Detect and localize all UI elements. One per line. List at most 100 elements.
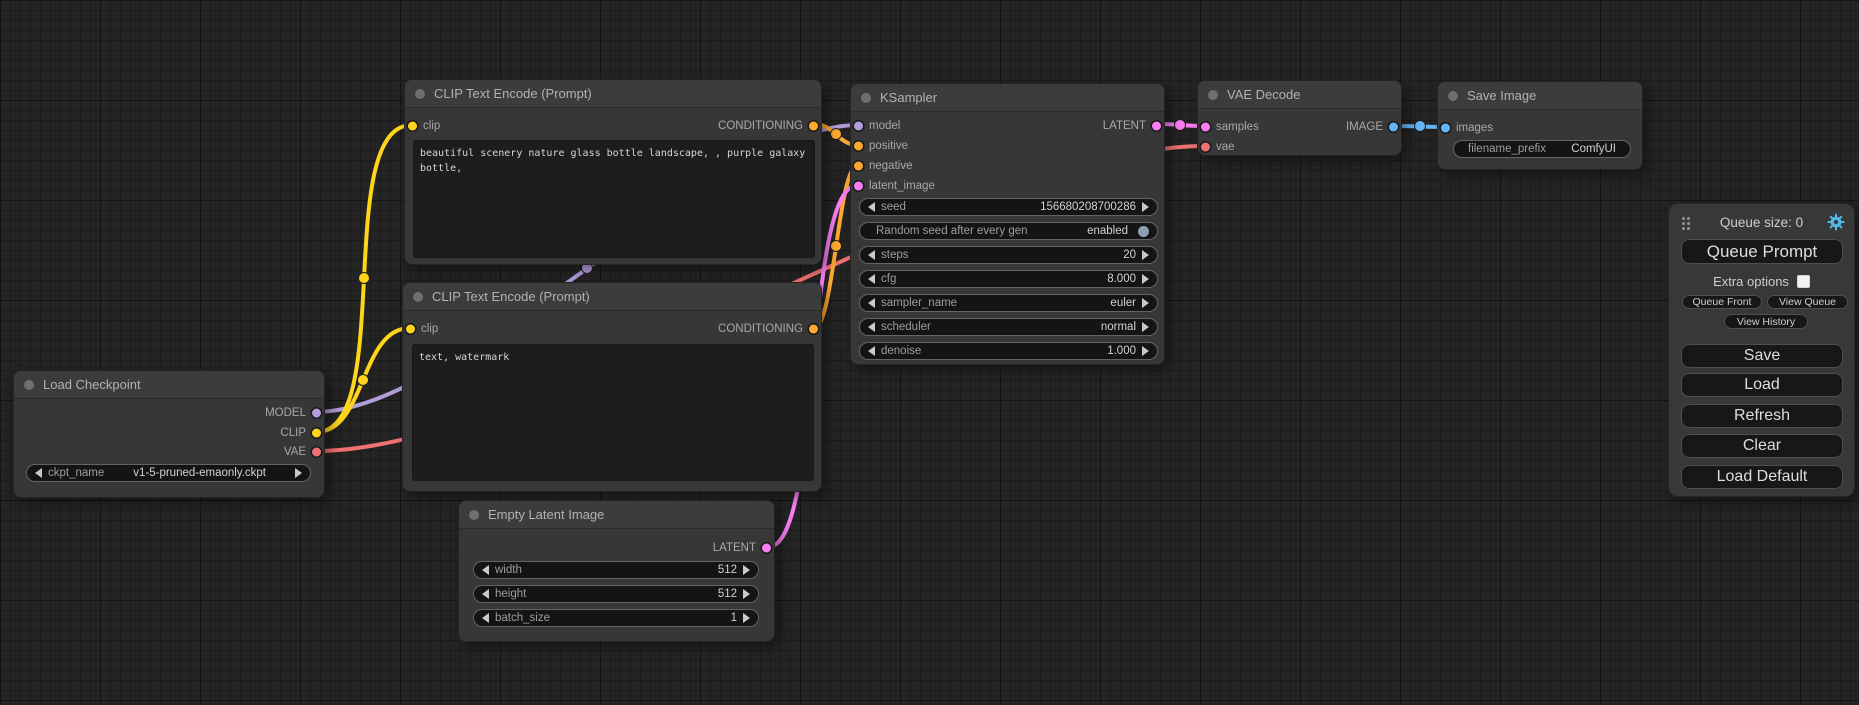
input-slot-clip[interactable] — [406, 325, 415, 334]
widget-increment-icon[interactable] — [743, 589, 750, 599]
input-slot-samples[interactable] — [1201, 123, 1210, 132]
filename-prefix-widget[interactable]: filename_prefix ComfyUI — [1453, 140, 1631, 158]
output-slot-vae[interactable] — [312, 448, 321, 457]
widget-increment-icon[interactable] — [1142, 298, 1149, 308]
save-button[interactable]: Save — [1681, 344, 1843, 368]
scheduler-widget[interactable]: scheduler normal — [859, 318, 1158, 336]
widget-name: height — [495, 588, 526, 600]
widget-decrement-icon[interactable] — [868, 202, 875, 212]
wire-midpoint-dot — [831, 129, 842, 140]
view-queue-button[interactable]: View Queue — [1767, 295, 1848, 309]
clear-button[interactable]: Clear — [1681, 434, 1843, 458]
widget-decrement-icon[interactable] — [482, 613, 489, 623]
toggle-icon[interactable] — [1138, 226, 1149, 237]
widget-name: filename_prefix — [1468, 143, 1546, 155]
extra-options-label: Extra options — [1713, 274, 1789, 289]
output-label-latent: LATENT — [713, 542, 756, 554]
collapse-dot-icon[interactable] — [24, 380, 34, 390]
widget-increment-icon[interactable] — [295, 468, 302, 478]
queue-front-button[interactable]: Queue Front — [1682, 295, 1762, 309]
collapse-dot-icon[interactable] — [1208, 90, 1218, 100]
input-slot-model[interactable] — [854, 122, 863, 131]
gear-icon[interactable] — [1827, 213, 1845, 231]
collapse-dot-icon[interactable] — [413, 292, 423, 302]
widget-name: cfg — [881, 273, 896, 285]
output-slot-image[interactable] — [1389, 123, 1398, 132]
prompt-textarea[interactable]: text, watermark — [412, 344, 814, 481]
node-save-image[interactable]: Save Image images filename_prefix ComfyU… — [1437, 81, 1643, 170]
input-slot-negative[interactable] — [854, 162, 863, 171]
widget-decrement-icon[interactable] — [482, 589, 489, 599]
widget-decrement-icon[interactable] — [868, 250, 875, 260]
collapse-dot-icon[interactable] — [861, 93, 871, 103]
widget-increment-icon[interactable] — [1142, 346, 1149, 356]
widget-increment-icon[interactable] — [743, 613, 750, 623]
output-label-vae: VAE — [284, 446, 306, 458]
width-widget[interactable]: width 512 — [473, 561, 759, 579]
batch-size-widget[interactable]: batch_size 1 — [473, 609, 759, 627]
seed-widget[interactable]: seed 156680208700286 — [859, 198, 1158, 216]
widget-increment-icon[interactable] — [1142, 322, 1149, 332]
widget-name: width — [495, 564, 522, 576]
input-slot-latent-image[interactable] — [854, 182, 863, 191]
input-label-images: images — [1456, 122, 1493, 134]
node-clip-text-encode-negative[interactable]: CLIP Text Encode (Prompt) clip CONDITION… — [402, 282, 822, 492]
collapse-dot-icon[interactable] — [469, 510, 479, 520]
view-history-button[interactable]: View History — [1724, 314, 1808, 329]
widget-value: 512 — [718, 588, 737, 600]
queue-prompt-button[interactable]: Queue Prompt — [1681, 239, 1843, 264]
node-ksampler[interactable]: KSampler model LATENT positive negative … — [850, 83, 1165, 365]
widget-increment-icon[interactable] — [1142, 202, 1149, 212]
output-slot-model[interactable] — [312, 409, 321, 418]
widget-value: ComfyUI — [1571, 143, 1616, 155]
input-label-model: model — [869, 120, 900, 132]
ckpt-name-widget[interactable]: ckpt_name v1-5-pruned-emaonly.ckpt — [26, 464, 311, 482]
node-title: VAE Decode — [1227, 87, 1300, 102]
load-button[interactable]: Load — [1681, 373, 1843, 397]
widget-name: steps — [881, 249, 909, 261]
output-slot-clip[interactable] — [312, 429, 321, 438]
widget-value: 8.000 — [1107, 273, 1136, 285]
input-slot-positive[interactable] — [854, 142, 863, 151]
output-slot-conditioning[interactable] — [809, 325, 818, 334]
collapse-dot-icon[interactable] — [415, 89, 425, 99]
widget-value: 156680208700286 — [1040, 201, 1136, 213]
node-empty-latent-image[interactable]: Empty Latent Image LATENT width 512 heig… — [458, 500, 775, 642]
input-slot-clip[interactable] — [408, 122, 417, 131]
refresh-button[interactable]: Refresh — [1681, 404, 1843, 428]
collapse-dot-icon[interactable] — [1448, 91, 1458, 101]
widget-decrement-icon[interactable] — [868, 298, 875, 308]
output-label-clip: CLIP — [280, 427, 306, 439]
widget-decrement-icon[interactable] — [868, 274, 875, 284]
random-seed-widget[interactable]: Random seed after every gen enabled — [859, 222, 1158, 240]
node-graph-canvas[interactable]: Load Checkpoint MODEL CLIP VAE ckpt_name… — [0, 0, 1859, 705]
wire-midpoint-dot — [359, 273, 370, 284]
steps-widget[interactable]: steps 20 — [859, 246, 1158, 264]
node-vae-decode[interactable]: VAE Decode samples IMAGE vae — [1197, 80, 1402, 156]
widget-decrement-icon[interactable] — [35, 468, 42, 478]
node-load-checkpoint[interactable]: Load Checkpoint MODEL CLIP VAE ckpt_name… — [13, 370, 325, 498]
cfg-widget[interactable]: cfg 8.000 — [859, 270, 1158, 288]
widget-decrement-icon[interactable] — [482, 565, 489, 575]
prompt-textarea[interactable]: beautiful scenery nature glass bottle la… — [413, 140, 815, 258]
widget-increment-icon[interactable] — [1142, 274, 1149, 284]
widget-decrement-icon[interactable] — [868, 346, 875, 356]
node-title: Empty Latent Image — [488, 507, 604, 522]
output-slot-latent[interactable] — [762, 544, 771, 553]
widget-name: seed — [881, 201, 906, 213]
output-slot-latent[interactable] — [1152, 122, 1161, 131]
widget-increment-icon[interactable] — [1142, 250, 1149, 260]
input-slot-images[interactable] — [1441, 124, 1450, 133]
widget-increment-icon[interactable] — [743, 565, 750, 575]
widget-decrement-icon[interactable] — [868, 322, 875, 332]
extra-options-checkbox[interactable] — [1797, 275, 1810, 288]
load-default-button[interactable]: Load Default — [1681, 465, 1843, 489]
height-widget[interactable]: height 512 — [473, 585, 759, 603]
output-slot-conditioning[interactable] — [809, 122, 818, 131]
input-slot-vae[interactable] — [1201, 143, 1210, 152]
input-label-negative: negative — [869, 160, 912, 172]
node-clip-text-encode-positive[interactable]: CLIP Text Encode (Prompt) clip CONDITION… — [404, 79, 822, 265]
sampler-name-widget[interactable]: sampler_name euler — [859, 294, 1158, 312]
denoise-widget[interactable]: denoise 1.000 — [859, 342, 1158, 360]
output-label-latent: LATENT — [1103, 120, 1146, 132]
